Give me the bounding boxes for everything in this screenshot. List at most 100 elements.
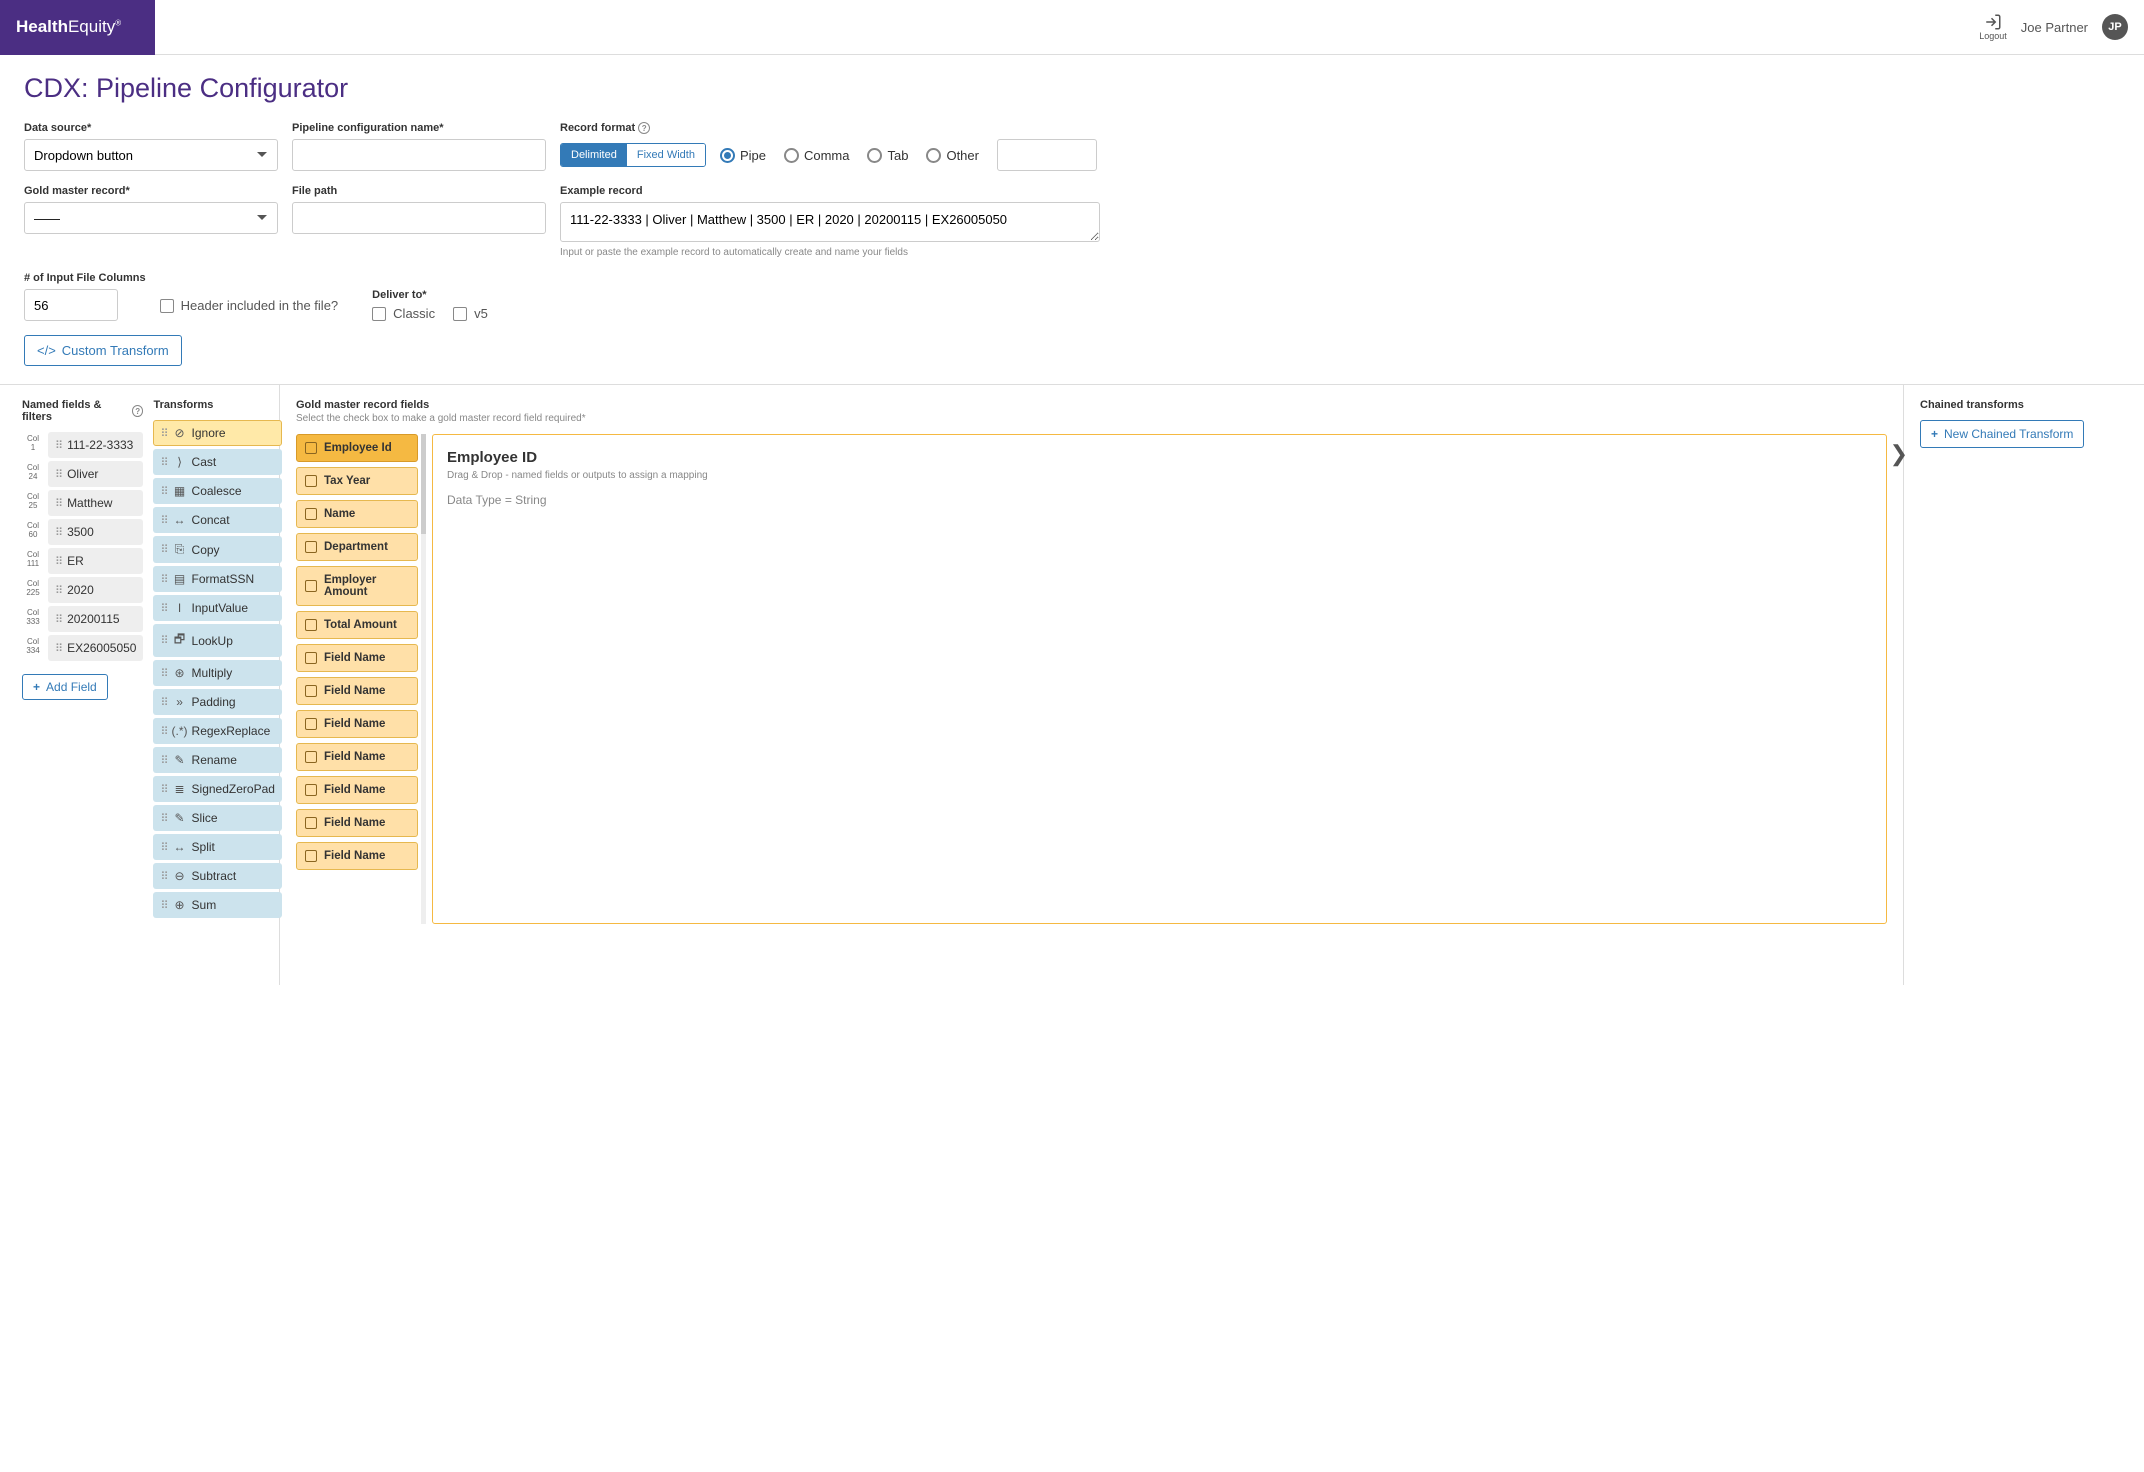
transform-item-copy[interactable]: ⠿⎘Copy xyxy=(153,536,281,563)
example-record-textarea[interactable]: 111-22-3333 | Oliver | Matthew | 3500 | … xyxy=(560,202,1100,242)
custom-transform-button[interactable]: </> Custom Transform xyxy=(24,335,182,366)
named-field-item[interactable]: Col60 ⠿3500 xyxy=(22,519,143,545)
gold-field-item[interactable]: Field Name xyxy=(296,842,418,870)
transform-item-sum[interactable]: ⠿⊕Sum xyxy=(153,892,281,918)
seg-fixed-width[interactable]: Fixed Width xyxy=(627,144,705,166)
grip-icon: ⠿ xyxy=(160,543,167,556)
grip-icon: ⠿ xyxy=(160,427,167,440)
gold-field-item[interactable]: Field Name xyxy=(296,743,418,771)
data-source-select[interactable]: Dropdown button xyxy=(24,139,278,171)
named-field-chip[interactable]: ⠿EX26005050 xyxy=(48,635,143,661)
gold-field-item[interactable]: Total Amount xyxy=(296,611,418,639)
transform-item-multiply[interactable]: ⠿⊛Multiply xyxy=(153,660,281,686)
transform-item-concat[interactable]: ⠿↔Concat xyxy=(153,507,281,533)
gold-field-checkbox[interactable] xyxy=(305,508,317,520)
grip-icon: ⠿ xyxy=(160,725,167,738)
transform-icon: ↔ xyxy=(174,513,186,527)
gold-field-checkbox[interactable] xyxy=(305,850,317,862)
named-field-chip[interactable]: ⠿Oliver xyxy=(48,461,143,487)
gold-field-checkbox[interactable] xyxy=(305,442,317,454)
gold-field-item[interactable]: Field Name xyxy=(296,710,418,738)
field-mapping-dropzone[interactable]: Employee ID Drag & Drop - named fields o… xyxy=(432,434,1887,924)
add-field-button[interactable]: +Add Field xyxy=(22,674,108,700)
gold-field-checkbox[interactable] xyxy=(305,685,317,697)
gold-field-checkbox[interactable] xyxy=(305,619,317,631)
logout-button[interactable]: Logout xyxy=(1979,13,2007,41)
transform-item-regexreplace[interactable]: ⠿(.*)RegexReplace xyxy=(153,718,281,744)
gold-field-checkbox[interactable] xyxy=(305,580,317,592)
named-field-chip[interactable]: ⠿ER xyxy=(48,548,143,574)
gold-scrollbar[interactable] xyxy=(421,434,426,924)
gold-field-checkbox[interactable] xyxy=(305,475,317,487)
named-field-item[interactable]: Col334 ⠿EX26005050 xyxy=(22,635,143,661)
seg-delimited[interactable]: Delimited xyxy=(561,144,627,166)
gold-field-checkbox[interactable] xyxy=(305,817,317,829)
gold-field-checkbox[interactable] xyxy=(305,784,317,796)
deliver-v5-checkbox[interactable]: v5 xyxy=(453,306,488,321)
new-chained-transform-button[interactable]: +New Chained Transform xyxy=(1920,420,2084,448)
transform-item-rename[interactable]: ⠿✎Rename xyxy=(153,747,281,773)
named-field-chip[interactable]: ⠿3500 xyxy=(48,519,143,545)
gold-field-item[interactable]: Field Name xyxy=(296,776,418,804)
gold-master-label: Gold master record* xyxy=(24,185,278,197)
transform-item-cast[interactable]: ⠿⟩Cast xyxy=(153,449,281,475)
named-field-chip[interactable]: ⠿20200115 xyxy=(48,606,143,632)
grip-icon: ⠿ xyxy=(55,555,62,568)
transform-item-split[interactable]: ⠿↔Split xyxy=(153,834,281,860)
column-indicator: Col1 xyxy=(22,432,44,458)
named-field-item[interactable]: Col25 ⠿Matthew xyxy=(22,490,143,516)
chained-transforms-title: Chained transforms xyxy=(1920,399,2128,411)
named-field-item[interactable]: Col24 ⠿Oliver xyxy=(22,461,143,487)
gold-field-checkbox[interactable] xyxy=(305,541,317,553)
named-field-chip[interactable]: ⠿2020 xyxy=(48,577,143,603)
input-columns-input[interactable] xyxy=(24,289,118,321)
transform-icon: I xyxy=(174,601,186,615)
named-field-chip[interactable]: ⠿Matthew xyxy=(48,490,143,516)
gold-field-item[interactable]: Tax Year xyxy=(296,467,418,495)
transform-item-formatssn[interactable]: ⠿▤FormatSSN xyxy=(153,566,281,592)
radio-other[interactable]: Other xyxy=(926,148,979,163)
radio-other-input[interactable] xyxy=(997,139,1097,171)
radio-tab[interactable]: Tab xyxy=(867,148,908,163)
config-form: CDX: Pipeline Configurator Data source* … xyxy=(0,55,2144,385)
gold-master-select[interactable]: —— xyxy=(24,202,278,234)
gold-fields-subtitle: Select the check box to make a gold mast… xyxy=(296,413,1887,424)
transform-item-ignore[interactable]: ⠿⊘Ignore xyxy=(153,420,281,446)
grip-icon: ⠿ xyxy=(55,584,62,597)
named-field-item[interactable]: Col333 ⠿20200115 xyxy=(22,606,143,632)
avatar[interactable]: JP xyxy=(2102,14,2128,40)
pipeline-name-input[interactable] xyxy=(292,139,546,171)
gold-field-item[interactable]: Employer Amount xyxy=(296,566,418,606)
radio-pipe[interactable]: Pipe xyxy=(720,148,766,163)
chevron-right-icon[interactable]: ❯ xyxy=(1890,441,1908,467)
gold-field-item[interactable]: Field Name xyxy=(296,644,418,672)
deliver-classic-checkbox[interactable]: Classic xyxy=(372,306,435,321)
transform-item-padding[interactable]: ⠿»Padding xyxy=(153,689,281,715)
gold-field-item[interactable]: Employee Id xyxy=(296,434,418,462)
header-included-checkbox[interactable]: Header included in the file? xyxy=(160,298,339,313)
transform-item-inputvalue[interactable]: ⠿IInputValue xyxy=(153,595,281,621)
help-icon[interactable]: ? xyxy=(132,405,144,417)
named-field-item[interactable]: Col111 ⠿ER xyxy=(22,548,143,574)
transform-item-slice[interactable]: ⠿✎Slice xyxy=(153,805,281,831)
gold-field-checkbox[interactable] xyxy=(305,751,317,763)
grip-icon: ⠿ xyxy=(55,468,62,481)
transform-item-subtract[interactable]: ⠿⊖Subtract xyxy=(153,863,281,889)
named-field-item[interactable]: Col225 ⠿2020 xyxy=(22,577,143,603)
gold-field-item[interactable]: Name xyxy=(296,500,418,528)
radio-comma[interactable]: Comma xyxy=(784,148,850,163)
file-path-input[interactable] xyxy=(292,202,546,234)
transform-icon: ≣ xyxy=(174,782,186,796)
transform-icon: ⎘ xyxy=(174,542,186,557)
named-field-item[interactable]: Col1 ⠿111-22-3333 xyxy=(22,432,143,458)
gold-field-item[interactable]: Field Name xyxy=(296,677,418,705)
gold-field-item[interactable]: Field Name xyxy=(296,809,418,837)
transform-item-lookup[interactable]: ⠿🗗LookUp xyxy=(153,624,281,657)
transform-item-signedzeropad[interactable]: ⠿≣SignedZeroPad xyxy=(153,776,281,802)
help-icon[interactable]: ? xyxy=(638,122,650,134)
gold-field-checkbox[interactable] xyxy=(305,652,317,664)
named-field-chip[interactable]: ⠿111-22-3333 xyxy=(48,432,143,458)
gold-field-item[interactable]: Department xyxy=(296,533,418,561)
transform-item-coalesce[interactable]: ⠿▦Coalesce xyxy=(153,478,281,504)
gold-field-checkbox[interactable] xyxy=(305,718,317,730)
